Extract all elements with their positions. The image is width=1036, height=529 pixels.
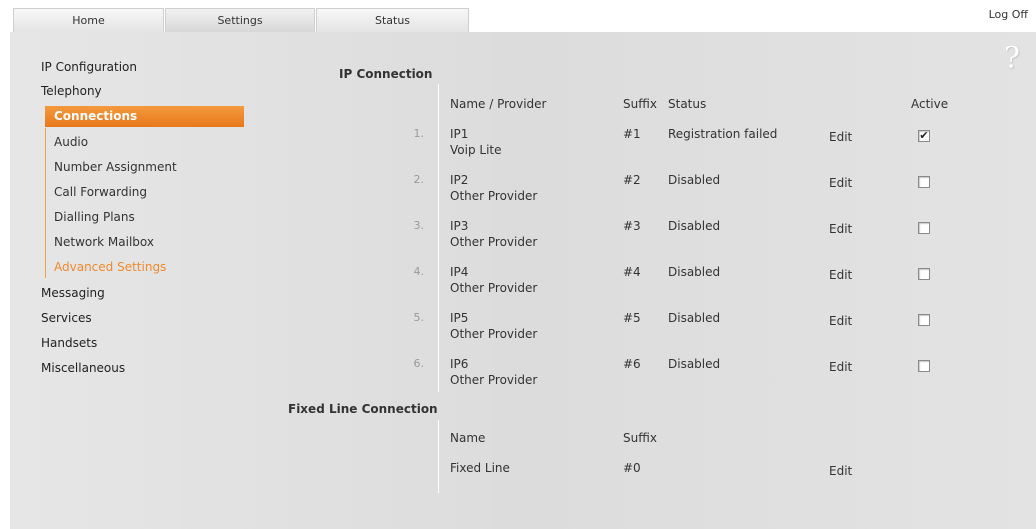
sidebar-item-telephony[interactable]: Telephony bbox=[41, 84, 102, 98]
connection-status: Disabled bbox=[668, 265, 721, 279]
log-off-link[interactable]: Log Off bbox=[989, 8, 1028, 21]
subnav-divider bbox=[45, 128, 46, 278]
help-icon[interactable]: ? bbox=[1004, 44, 1020, 74]
col-header-suffix: Suffix bbox=[623, 97, 657, 111]
connection-provider: Other Provider bbox=[450, 373, 538, 387]
connection-status: Disabled bbox=[668, 173, 721, 187]
sidebar-subitem-number-assignment[interactable]: Number Assignment bbox=[45, 160, 177, 174]
fixed-line-edit-button[interactable]: Edit bbox=[829, 464, 852, 478]
tab-status[interactable]: Status bbox=[316, 8, 469, 32]
active-checkbox[interactable] bbox=[918, 268, 930, 280]
sidebar-subitem-network-mailbox[interactable]: Network Mailbox bbox=[45, 235, 154, 249]
ip-table-divider bbox=[438, 84, 439, 392]
row-index: 2. bbox=[413, 173, 425, 186]
connection-status: Disabled bbox=[668, 357, 721, 371]
active-checkbox[interactable] bbox=[918, 176, 930, 188]
sidebar-subitem-dialling-plans[interactable]: Dialling Plans bbox=[45, 210, 135, 224]
row-index: 5. bbox=[413, 311, 425, 324]
sidebar-subitem-call-forwarding[interactable]: Call Forwarding bbox=[45, 185, 147, 199]
fixed-line-table-divider bbox=[438, 420, 439, 493]
tab-home[interactable]: Home bbox=[13, 8, 164, 32]
edit-button[interactable]: Edit bbox=[829, 268, 852, 282]
connection-provider: Other Provider bbox=[450, 327, 538, 341]
edit-button[interactable]: Edit bbox=[829, 176, 852, 190]
col-header-active: Active bbox=[911, 97, 949, 111]
row-index: 1. bbox=[413, 127, 425, 140]
active-checkbox[interactable]: ✔ bbox=[918, 130, 930, 142]
fixed-col-header-name: Name bbox=[450, 431, 486, 445]
sidebar-item-messaging[interactable]: Messaging bbox=[41, 286, 105, 300]
connection-suffix: #5 bbox=[623, 311, 641, 325]
row-index: 6. bbox=[413, 357, 425, 370]
active-checkbox[interactable] bbox=[918, 314, 930, 326]
sidebar-subitem-connections[interactable]: Connections bbox=[45, 106, 244, 127]
connection-suffix: #4 bbox=[623, 265, 641, 279]
tab-settings[interactable]: Settings bbox=[165, 8, 315, 33]
sidebar-subitem-audio[interactable]: Audio bbox=[45, 135, 88, 149]
active-checkbox[interactable] bbox=[918, 222, 930, 234]
active-checkbox[interactable] bbox=[918, 360, 930, 372]
edit-button[interactable]: Edit bbox=[829, 360, 852, 374]
sidebar-subitem-advanced-settings[interactable]: Advanced Settings bbox=[45, 260, 166, 274]
sidebar-item-miscellaneous[interactable]: Miscellaneous bbox=[41, 361, 125, 375]
col-header-name-provider: Name / Provider bbox=[450, 97, 547, 111]
connection-name: IP6 bbox=[450, 357, 469, 371]
sidebar-subitem-number-assignment-label: Number Assignment bbox=[54, 160, 177, 174]
sidebar-subitem-audio-label: Audio bbox=[54, 135, 89, 149]
sidebar-subitem-advanced-settings-label: Advanced Settings bbox=[54, 260, 167, 274]
connection-status: Disabled bbox=[668, 219, 721, 233]
connection-suffix: #3 bbox=[623, 219, 641, 233]
connection-status: Disabled bbox=[668, 311, 721, 325]
fixed-line-name: Fixed Line bbox=[450, 461, 510, 475]
connection-provider: Other Provider bbox=[450, 189, 538, 203]
fixed-line-title: Fixed Line Connection bbox=[288, 402, 438, 416]
ip-connection-title: IP Connection bbox=[339, 67, 433, 81]
row-index: 4. bbox=[413, 265, 425, 278]
sidebar-item-services[interactable]: Services bbox=[41, 311, 92, 325]
col-header-status: Status bbox=[668, 97, 707, 111]
connection-provider: Other Provider bbox=[450, 281, 538, 295]
connection-name: IP2 bbox=[450, 173, 469, 187]
connection-name: IP3 bbox=[450, 219, 469, 233]
edit-button[interactable]: Edit bbox=[829, 222, 852, 236]
connection-name: IP4 bbox=[450, 265, 469, 279]
row-index: 3. bbox=[413, 219, 425, 232]
fixed-col-header-suffix: Suffix bbox=[623, 431, 657, 445]
connection-suffix: #1 bbox=[623, 127, 641, 141]
connection-suffix: #6 bbox=[623, 357, 641, 371]
fixed-line-suffix: #0 bbox=[623, 461, 641, 475]
connection-name: IP5 bbox=[450, 311, 469, 325]
connection-provider: Other Provider bbox=[450, 235, 538, 249]
connection-provider: Voip Lite bbox=[450, 143, 502, 157]
edit-button[interactable]: Edit bbox=[829, 130, 852, 144]
sidebar-item-ip-configuration[interactable]: IP Configuration bbox=[41, 60, 137, 74]
sidebar-item-handsets[interactable]: Handsets bbox=[41, 336, 97, 350]
connection-name: IP1 bbox=[450, 127, 469, 141]
sidebar-subitem-dialling-plans-label: Dialling Plans bbox=[54, 210, 135, 224]
edit-button[interactable]: Edit bbox=[829, 314, 852, 328]
connection-status: Registration failed bbox=[668, 127, 778, 141]
connection-suffix: #2 bbox=[623, 173, 641, 187]
sidebar-subitem-network-mailbox-label: Network Mailbox bbox=[54, 235, 154, 249]
sidebar-subitem-call-forwarding-label: Call Forwarding bbox=[54, 185, 148, 199]
